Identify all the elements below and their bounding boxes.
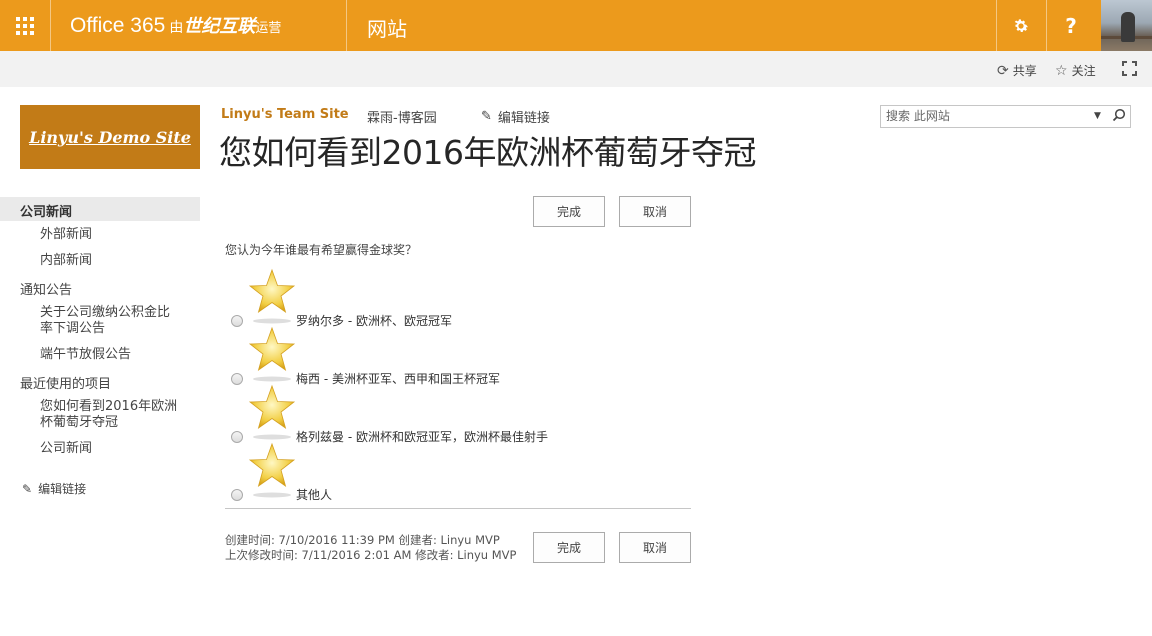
brand-partner: 世纪互联: [183, 16, 256, 36]
gear-icon: [1014, 18, 1029, 32]
search-icon[interactable]: [1112, 108, 1126, 126]
nav-item-survey-line1[interactable]: 您如何看到2016年欧洲: [40, 399, 177, 415]
nav-item-holiday-notice[interactable]: 端午节放假公告: [40, 347, 131, 363]
nav-item-recent-company-news[interactable]: 公司新闻: [40, 441, 92, 457]
site-logo[interactable]: Linyu's Demo Site: [20, 105, 200, 169]
gold-star-icon: [248, 326, 296, 382]
option-label: 其他人: [296, 488, 333, 502]
blog-link[interactable]: 霖雨-博客园: [367, 107, 437, 126]
edit-links-top[interactable]: ✎ 编辑链接: [481, 107, 550, 126]
gold-star-icon: [248, 268, 296, 324]
star-outline-icon: ☆: [1055, 62, 1068, 79]
survey-option: 梅西 - 美洲杯亚军、西甲和国王杯冠军: [230, 326, 690, 386]
divider: [346, 0, 347, 51]
option-radio[interactable]: [231, 489, 243, 501]
nav-item-notices[interactable]: 通知公告: [20, 279, 72, 298]
share-button[interactable]: ⟳ 共享: [997, 62, 1037, 79]
divider: [50, 0, 51, 51]
app-name[interactable]: 网站: [367, 13, 407, 42]
cancel-button-top[interactable]: 取消: [619, 196, 691, 227]
gold-star-icon: [248, 384, 296, 440]
nav-item-fund-notice-line2[interactable]: 率下调公告: [40, 321, 105, 337]
focus-mode-icon[interactable]: [1122, 61, 1137, 76]
chevron-down-icon[interactable]: ▼: [1094, 111, 1101, 121]
nav-item-survey-line2[interactable]: 杯葡萄牙夺冠: [40, 415, 118, 431]
avatar-person: [1121, 12, 1135, 42]
survey-option: 罗纳尔多 - 欧洲杯、欧冠冠军: [230, 268, 690, 328]
finish-button-bottom[interactable]: 完成: [533, 532, 605, 563]
office365-brand[interactable]: Office 365 由世纪互联运营: [70, 12, 281, 38]
cancel-button-bottom[interactable]: 取消: [619, 532, 691, 563]
finish-button-top[interactable]: 完成: [533, 196, 605, 227]
settings-button[interactable]: [996, 0, 1046, 51]
help-button[interactable]: ?: [1046, 0, 1096, 51]
edit-links-label: 编辑链接: [38, 482, 87, 496]
team-site-link[interactable]: Linyu's Team Site: [221, 107, 349, 122]
brand-by: 由: [169, 19, 184, 35]
pencil-icon: ✎: [481, 109, 492, 124]
follow-label: 关注: [1071, 64, 1096, 78]
avatar[interactable]: [1101, 0, 1152, 51]
created-info: 创建时间: 7/10/2016 11:39 PM 创建者: Linyu MVP: [225, 533, 500, 547]
suite-bar: Office 365 由世纪互联运营 网站 ?: [0, 0, 1152, 51]
share-icon: ⟳: [997, 62, 1009, 79]
brand-operated: 运营: [255, 20, 282, 35]
site-logo-text: Linyu's Demo Site: [29, 127, 191, 147]
app-launcher-button[interactable]: [0, 0, 50, 51]
share-label: 共享: [1012, 64, 1037, 78]
search-input[interactable]: [886, 109, 1086, 123]
divider: [225, 508, 691, 509]
nav-item-recent[interactable]: 最近使用的项目: [20, 373, 111, 392]
edit-links-left[interactable]: ✎ 编辑链接: [22, 480, 86, 497]
edit-links-label: 编辑链接: [497, 111, 550, 126]
nav-item-fund-notice-line1[interactable]: 关于公司缴纳公积金比: [40, 305, 170, 321]
gold-star-icon: [248, 442, 296, 498]
pencil-icon: ✎: [22, 481, 33, 496]
search-box: ▼: [880, 105, 1131, 128]
item-metadata: 创建时间: 7/10/2016 11:39 PM 创建者: Linyu MVP …: [225, 533, 516, 563]
survey-option: 格列兹曼 - 欧洲杯和欧冠亚军，欧洲杯最佳射手: [230, 384, 690, 444]
follow-button[interactable]: ☆ 关注: [1055, 62, 1096, 79]
nav-item-company-news[interactable]: 公司新闻: [0, 197, 200, 221]
brand-product: Office 365: [70, 14, 166, 37]
nav-item-external-news[interactable]: 外部新闻: [40, 227, 92, 243]
survey-option: 其他人: [230, 442, 690, 502]
survey-question: 您认为今年谁最有希望赢得金球奖？: [225, 243, 418, 257]
page-title: 您如何看到2016年欧洲杯葡萄牙夺冠: [219, 133, 756, 172]
nav-item-internal-news[interactable]: 内部新闻: [40, 253, 92, 269]
ribbon-bar: [0, 51, 1152, 87]
modified-info: 上次修改时间: 7/11/2016 2:01 AM 修改者: Linyu MVP: [225, 548, 517, 562]
waffle-icon: [16, 16, 34, 35]
